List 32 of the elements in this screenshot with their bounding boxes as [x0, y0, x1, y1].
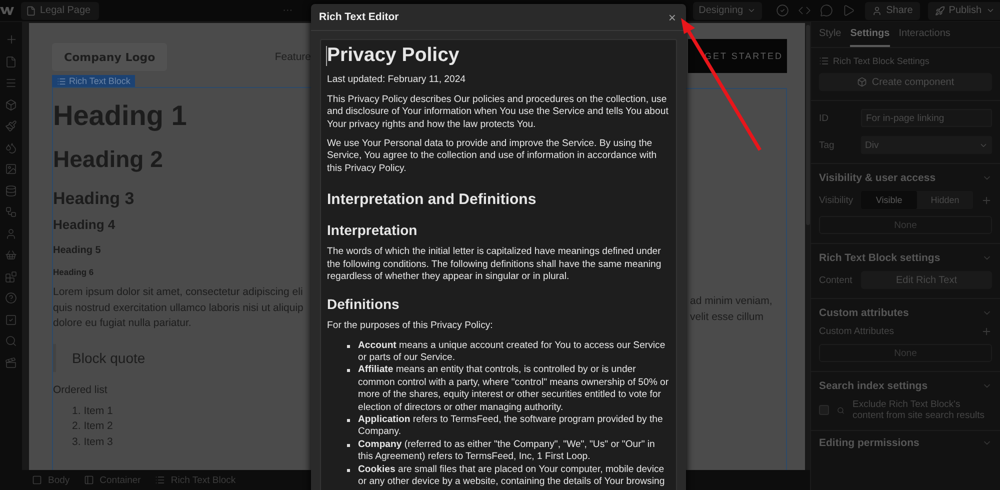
- list-item: Affiliate means an entity that controls, is controlled by or is under common control with a party, where "control" means ownership of 50% or more of the shares, equity interest or other securities entitled to vote for election of directors or other managing authority.: [358, 364, 670, 414]
- element-title: Rich Text Block Settings: [833, 56, 930, 66]
- list-item: Account means a unique account created for You to access our Service or parts of our Service.: [358, 340, 670, 364]
- more-text[interactable]: ···: [282, 5, 293, 16]
- list-item: Company (referred to as either "the Company", "We", "Us" or "Our" in this Agreement) refers to TermsFeed, Inc, 1 First Loop.: [358, 438, 670, 464]
- paragraph: Last updated: February 11, 2024: [327, 74, 466, 87]
- heading-text: Definitions: [327, 296, 400, 314]
- tab[interactable]: Settings: [850, 22, 890, 47]
- heading-text: Interpretation: [327, 222, 418, 240]
- mode-dropdown[interactable]: Designing: [692, 2, 762, 20]
- list-item: Application refers to TermsFeed, the software program provided by the Company.: [358, 414, 670, 439]
- section-title: Editing permissions: [819, 437, 920, 449]
- section-title: Rich Text Block settings: [819, 252, 940, 264]
- dialog-title: Rich Text Editor: [319, 11, 399, 23]
- list-item: Cookies are small files that are placed on Your computer, mobile device or any other device by a website, containing the details of Your browsing: [358, 464, 670, 488]
- paragraph: For the purposes of this Privacy Policy:: [327, 320, 494, 333]
- close-button[interactable]: ×: [668, 10, 676, 24]
- tab[interactable]: Style: [819, 22, 842, 47]
- section-title: Search index settings: [819, 380, 928, 392]
- share-button[interactable]: Share: [865, 2, 920, 20]
- paragraph: This Privacy Policy describes Our policies and procedures on the collection, use and disclosure of Your information when You use the Service and tells You about Your privacy rights and how the law protects You.: [327, 94, 670, 131]
- page-button[interactable]: Legal Page: [21, 2, 99, 20]
- paragraph: The words of which the initial letter is capitalized have meanings defined under the following conditions. The following definitions shall have the same meaning regardless of whether they appear in singular or in plural.: [327, 246, 662, 284]
- heading-text: Privacy Policy: [327, 43, 460, 68]
- section-title: Custom attributes: [819, 307, 909, 319]
- element-tag: Rich Text Block: [52, 75, 136, 87]
- publish-button[interactable]: Publish: [928, 2, 1000, 20]
- section-title: Visibility & user access: [819, 172, 936, 184]
- paragraph: We use Your Personal data to provide and improve the Service. By using the Service, You agree to the collection and use of information in accordance with this Privacy Policy.: [327, 138, 658, 176]
- toggle-option[interactable]: Visible: [861, 191, 918, 209]
- heading-text: Interpretation and Definitions: [327, 191, 538, 210]
- tab[interactable]: Interactions: [898, 22, 950, 47]
